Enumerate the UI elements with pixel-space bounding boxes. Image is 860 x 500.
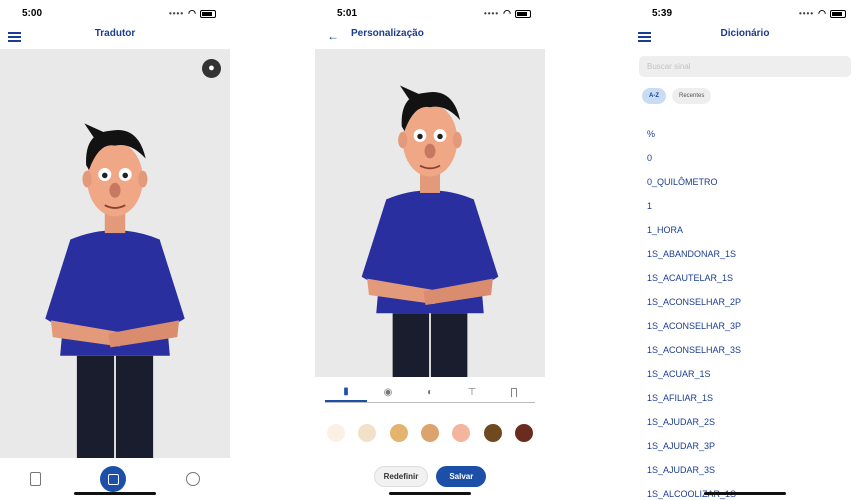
bulb-icon[interactable]: ● bbox=[202, 59, 221, 78]
chip-recent[interactable]: Recentes bbox=[672, 88, 712, 104]
home-indicator bbox=[389, 492, 471, 495]
body-icon: ▮ bbox=[343, 386, 349, 397]
pants-icon: ∏ bbox=[509, 387, 519, 398]
search-input[interactable]: Buscar sinal bbox=[639, 56, 851, 77]
skin-color-swatches bbox=[327, 424, 533, 442]
sign-list: % 0 0_QUILÔMETRO 1 1_HORA 1S_ABANDONAR_1… bbox=[647, 122, 850, 500]
shirt-icon: ⊤ bbox=[467, 387, 477, 398]
signal-icon: •••• bbox=[168, 9, 185, 18]
home-indicator bbox=[74, 492, 156, 495]
list-item[interactable]: 0 bbox=[647, 146, 850, 170]
list-item[interactable]: 1_HORA bbox=[647, 218, 850, 242]
status-time: 5:01 bbox=[337, 8, 358, 19]
wifi-icon: ◠ bbox=[818, 8, 826, 18]
list-item[interactable]: 1S_AJUDAR_3P bbox=[647, 434, 850, 458]
edit-button[interactable] bbox=[100, 466, 127, 492]
wifi-icon: ◠ bbox=[188, 8, 196, 18]
battery-icon bbox=[200, 9, 216, 18]
swatch[interactable] bbox=[327, 424, 345, 442]
page-title: Dicionário bbox=[720, 28, 770, 39]
tab-body[interactable]: ▮ bbox=[325, 383, 367, 402]
reset-button[interactable]: Redefinir bbox=[373, 466, 429, 487]
avatar-stage: ● bbox=[0, 49, 230, 458]
hair-icon: ◐ bbox=[426, 387, 434, 398]
customization-tabs: ▮ ◉ ◐ ⊤ ∏ bbox=[325, 383, 535, 403]
status-bar: 5:00 •••• ◠ bbox=[0, 0, 230, 26]
list-item[interactable]: % bbox=[647, 122, 850, 146]
status-time: 5:39 bbox=[652, 8, 673, 19]
status-bar: 5:01 •••• ◠ bbox=[315, 0, 545, 26]
battery-icon bbox=[515, 9, 531, 18]
dictionary-icon[interactable] bbox=[29, 472, 41, 486]
customization-screen: 5:01 •••• ◠ ← Personalização ▮ ◉ ◐ ⊤ ∏ Re… bbox=[315, 0, 545, 500]
list-item[interactable]: 1S_AJUDAR_3S bbox=[647, 458, 850, 482]
signal-icon: •••• bbox=[483, 9, 500, 18]
tab-pants[interactable]: ∏ bbox=[493, 383, 535, 402]
list-item[interactable]: 1S_ACONSELHAR_2P bbox=[647, 290, 850, 314]
page-title: Tradutor bbox=[94, 28, 136, 39]
list-item[interactable]: 1S_AJUDAR_2S bbox=[647, 410, 850, 434]
avatar-stage bbox=[315, 49, 545, 377]
eye-icon: ◉ bbox=[383, 387, 393, 398]
list-item[interactable]: 0_QUILÔMETRO bbox=[647, 170, 850, 194]
swatch[interactable] bbox=[420, 424, 439, 442]
edit-icon bbox=[107, 473, 119, 485]
swatch[interactable] bbox=[358, 424, 377, 442]
avatar-image bbox=[44, 122, 186, 458]
list-item[interactable]: 1S_ACUAR_1S bbox=[647, 362, 850, 386]
status-bar: 5:39 •••• ◠ bbox=[630, 0, 860, 26]
list-item[interactable]: 1S_ACONSELHAR_3S bbox=[647, 338, 850, 362]
list-item[interactable]: 1S_ALCOOLIZAR_1S bbox=[647, 482, 850, 500]
list-item[interactable]: 1S_AFILIAR_1S bbox=[647, 386, 850, 410]
tab-shirt[interactable]: ⊤ bbox=[451, 383, 493, 402]
status-time: 5:00 bbox=[22, 8, 43, 19]
swatch[interactable] bbox=[452, 424, 471, 442]
avatar-image bbox=[360, 84, 500, 377]
swatch[interactable] bbox=[483, 424, 502, 442]
action-buttons: Redefinir Salvar bbox=[315, 466, 545, 487]
sort-chips: A-Z Recentes bbox=[642, 88, 712, 104]
swatch[interactable] bbox=[389, 424, 408, 442]
history-icon[interactable] bbox=[186, 472, 201, 486]
wifi-icon: ◠ bbox=[503, 8, 511, 18]
tab-hair[interactable]: ◐ bbox=[409, 383, 451, 402]
signal-icon: •••• bbox=[798, 9, 815, 18]
swatch[interactable] bbox=[514, 424, 533, 442]
battery-icon bbox=[830, 9, 846, 18]
list-item[interactable]: 1S_ACAUTELAR_1S bbox=[647, 266, 850, 290]
list-item[interactable]: 1S_ACONSELHAR_3P bbox=[647, 314, 850, 338]
dictionary-screen: 5:39 •••• ◠ Dicionário Buscar sinal A-Z R… bbox=[630, 0, 860, 500]
list-item[interactable]: 1 bbox=[647, 194, 850, 218]
translator-screen: 5:00 •••• ◠ Tradutor ● bbox=[0, 0, 230, 500]
page-title: Personalização bbox=[351, 28, 424, 39]
list-item[interactable]: 1S_ABANDONAR_1S bbox=[647, 242, 850, 266]
chip-az[interactable]: A-Z bbox=[642, 88, 666, 104]
tab-eyes[interactable]: ◉ bbox=[367, 383, 409, 402]
home-indicator bbox=[704, 492, 786, 495]
save-button[interactable]: Salvar bbox=[436, 466, 487, 487]
